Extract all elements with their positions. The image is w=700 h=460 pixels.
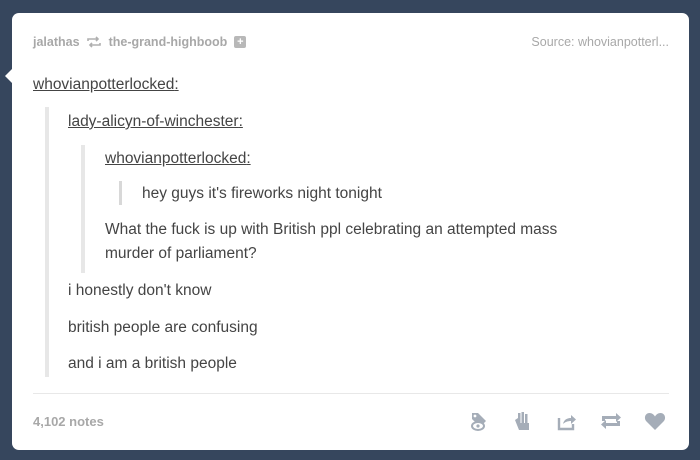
reply-text-3: british people are confusing <box>68 319 258 336</box>
quote-bar-level2 <box>81 145 85 273</box>
reply-text-2: i honestly don't know <box>68 282 212 299</box>
post-header: jalathas the-grand-highboob + Source: wh… <box>33 35 669 53</box>
footer-divider <box>33 393 669 394</box>
card-pointer <box>5 68 13 84</box>
colon: : <box>246 150 251 167</box>
original-post-text: hey guys it's fireworks night tonight <box>142 185 382 202</box>
reply-text-4: and i am a british people <box>68 355 237 372</box>
heart-icon[interactable] <box>643 409 667 433</box>
poster-link[interactable]: jalathas <box>33 35 80 49</box>
post-card: jalathas the-grand-highboob + Source: wh… <box>5 13 689 450</box>
reblog-small-icon <box>86 36 101 48</box>
follow-plus-icon[interactable]: + <box>234 36 247 48</box>
source-link[interactable]: Source: whovianpotterl... <box>531 35 669 49</box>
quote-bar-level1 <box>45 107 49 377</box>
share-icon[interactable] <box>555 409 579 433</box>
reblogger-link[interactable]: whovianpotterlocked <box>33 76 174 93</box>
level1-user-link[interactable]: lady-alicyn-of-winchester <box>68 113 239 130</box>
reply-text-1b: murder of parliament? <box>105 245 257 262</box>
reblog-icon[interactable] <box>599 409 623 433</box>
reblogged-from-link[interactable]: the-grand-highboob <box>109 35 228 49</box>
level2-user-link[interactable]: whovianpotterlocked <box>105 150 246 167</box>
fast-reblog-icon[interactable] <box>511 409 535 433</box>
post-actions <box>447 409 667 433</box>
reply-text-1a: What the fuck is up with British ppl cel… <box>105 221 558 238</box>
notes-count[interactable]: 4,102 notes <box>33 414 104 429</box>
reply-icon[interactable] <box>467 409 491 433</box>
colon: : <box>174 76 179 93</box>
quote-bar-level3 <box>119 181 122 205</box>
colon: : <box>238 113 243 130</box>
